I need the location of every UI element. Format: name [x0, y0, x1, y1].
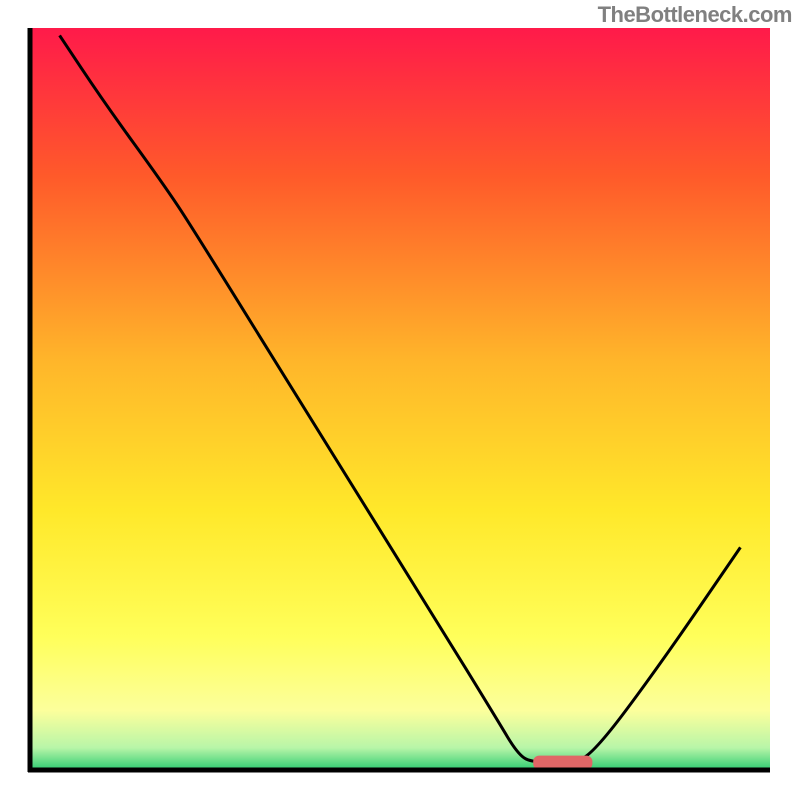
bottleneck-chart: [0, 0, 800, 800]
optimal-marker: [533, 756, 592, 770]
plot-background: [30, 28, 770, 770]
watermark: TheBottleneck.com: [598, 2, 792, 28]
chart-container: TheBottleneck.com: [0, 0, 800, 800]
